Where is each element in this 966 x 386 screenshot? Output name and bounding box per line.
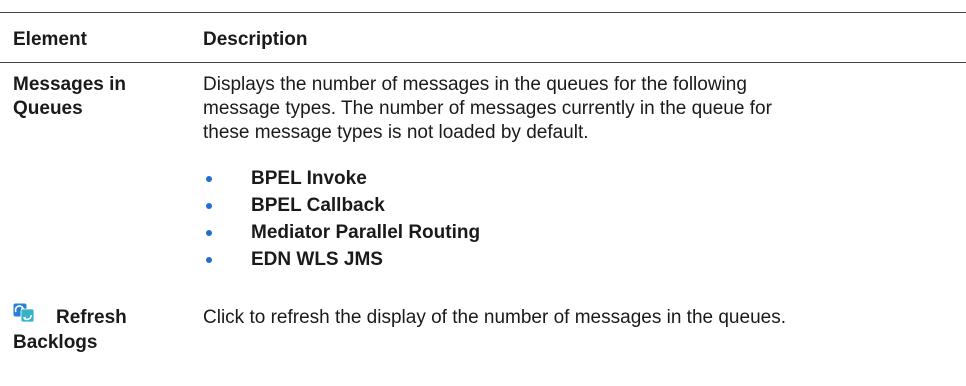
list-item-label: BPEL Callback [251, 195, 385, 216]
list-item: BPEL Callback [203, 194, 480, 218]
table-header-rule [0, 62, 966, 63]
bullet-icon [206, 230, 212, 236]
row-messages-in-queues-description: Displays the number of messages in the q… [203, 73, 953, 145]
list-item-label: Mediator Parallel Routing [251, 222, 481, 243]
description-line: message types. The number of messages cu… [203, 98, 772, 119]
bullet-icon [206, 176, 212, 182]
message-type-list: BPEL Invoke BPEL Callback Mediator Paral… [203, 167, 480, 275]
table-top-rule [0, 12, 966, 13]
element-name-line: Queues [13, 98, 83, 119]
column-header-element: Element [13, 29, 87, 50]
column-header-description: Description [203, 29, 308, 50]
description-line: these message types is not loaded by def… [203, 122, 589, 143]
element-name-line: Backlogs [13, 332, 98, 353]
list-item-label: EDN WLS JMS [251, 249, 383, 270]
row-messages-in-queues-element: Messages in Queues [13, 73, 193, 121]
list-item: BPEL Invoke [203, 167, 480, 191]
refresh-icon[interactable] [13, 303, 35, 323]
list-item: Mediator Parallel Routing [203, 221, 480, 245]
row-refresh-backlogs-element: Backlogs [13, 331, 193, 355]
list-item: EDN WLS JMS [203, 248, 480, 272]
description-line: Displays the number of messages in the q… [203, 74, 747, 95]
bullet-icon [206, 257, 212, 263]
element-name-line: Messages in [13, 74, 126, 95]
refresh-label: Refresh [56, 307, 127, 328]
bullet-icon [206, 203, 212, 209]
row-refresh-backlogs-description: Click to refresh the display of the numb… [203, 307, 786, 328]
list-item-label: BPEL Invoke [251, 168, 367, 189]
